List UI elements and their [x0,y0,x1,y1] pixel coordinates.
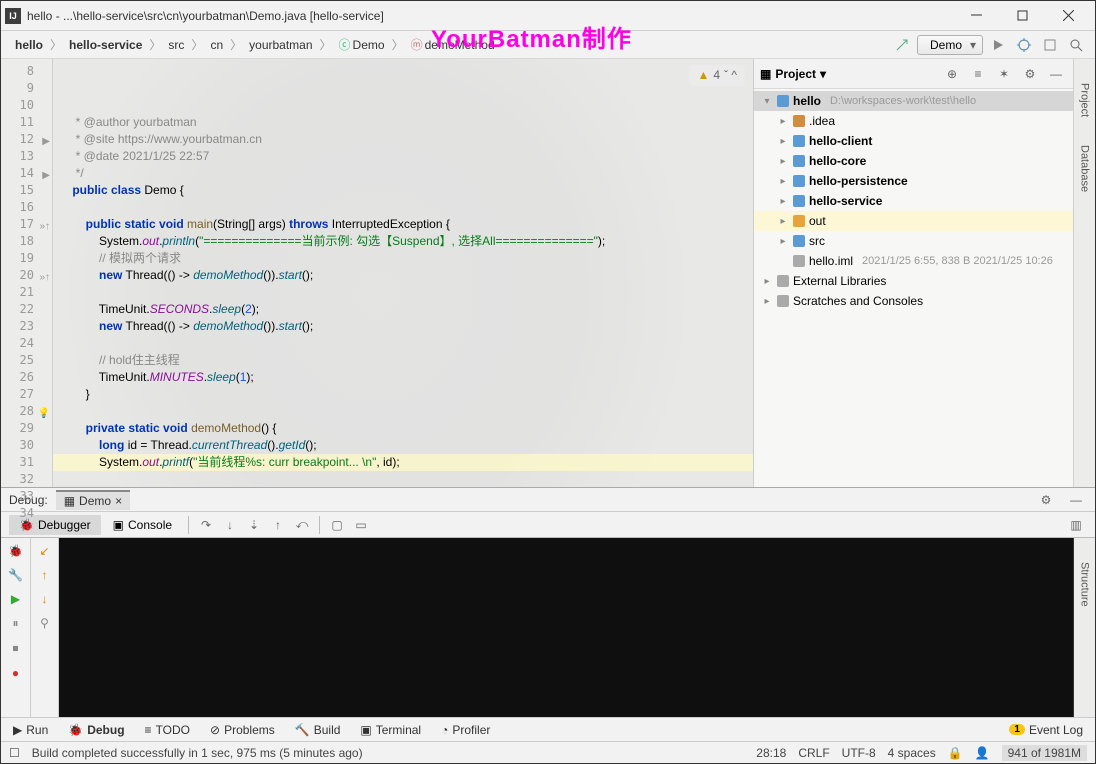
tree-item[interactable]: ▸hello-persistence [754,171,1073,191]
up-frame-icon[interactable]: ↑ [42,568,48,582]
project-tool-window: ▦ Project ▾ ⊕ ≡ ✶ ⚙ — ▾helloD:\workspace… [753,59,1073,487]
debug-settings-icon[interactable]: ⚙ [1035,489,1057,511]
file-encoding[interactable]: UTF-8 [842,746,876,760]
modify-icon[interactable]: 🔧 [8,568,23,582]
search-button[interactable] [1065,34,1087,56]
tool-debug[interactable]: 🐞 Debug [64,721,128,739]
readonly-icon[interactable]: 🔒 [948,746,963,760]
step-out-icon[interactable]: ↑ [267,514,289,536]
rail-project[interactable]: Project [1077,79,1093,121]
tree-item[interactable]: ▸hello-service [754,191,1073,211]
collapse-icon[interactable]: ✶ [993,63,1015,85]
rerun-icon[interactable]: 🐞 [8,544,23,558]
navigation-bar: hello〉 hello-service〉 src〉 cn〉 yourbatma… [1,31,1095,59]
tree-item[interactable]: ▸External Libraries [754,271,1073,291]
status-message: Build completed successfully in 1 sec, 9… [32,746,363,760]
resume-icon[interactable]: ▶ [11,592,20,606]
tree-item[interactable]: ▸out [754,211,1073,231]
tool-todo[interactable]: ≡ TODO [141,721,194,739]
crumb-project[interactable]: hello [9,36,49,54]
debug-frames-toolbar: ↙ ↑ ↓ ⚲ [31,538,59,717]
locate-icon[interactable]: ⊕ [941,63,963,85]
bottom-tool-strip: ▶ Run 🐞 Debug ≡ TODO ⊘ Problems 🔨 Build … [1,717,1095,741]
run-to-cursor-icon[interactable]: ▢ [326,514,348,536]
run-config-combo[interactable]: Demo [917,35,983,55]
tree-item[interactable]: ▸hello-core [754,151,1073,171]
down-frame-icon[interactable]: ↓ [42,592,48,606]
tool-event-log[interactable]: 1 Event Log [1005,721,1087,739]
step-over-icon[interactable]: ↷ [195,514,217,536]
tree-item[interactable]: ▾helloD:\workspaces-work\test\hello [754,91,1073,111]
tree-item[interactable]: ▸src [754,231,1073,251]
tree-item[interactable]: ▸Scratches and Consoles [754,291,1073,311]
status-bar: ☐ Build completed successfully in 1 sec,… [1,741,1095,763]
caret-position[interactable]: 28:18 [756,746,786,760]
force-step-into-icon[interactable]: ⇣ [243,514,265,536]
project-view-combo[interactable]: ▦ Project ▾ [760,67,826,81]
indent-setting[interactable]: 4 spaces [888,746,936,760]
rail-database[interactable]: Database [1077,141,1093,196]
step-into-icon[interactable]: ↓ [219,514,241,536]
title-bar: IJ hello - ...\hello-service\src\cn\your… [1,1,1095,31]
tool-run[interactable]: ▶ Run [9,721,52,739]
evaluate-icon[interactable]: ▭ [350,514,372,536]
prev-frame-icon[interactable]: ↙ [39,544,49,558]
editor-gutter[interactable]: 89101112▶1314▶151617»↑181920»↑2122232425… [1,59,53,487]
run-button[interactable] [987,34,1009,56]
project-tree[interactable]: ▾helloD:\workspaces-work\test\hello▸.ide… [754,89,1073,487]
minimize-button[interactable] [953,1,999,31]
layout-icon[interactable]: ▥ [1065,514,1087,536]
rail-structure[interactable]: Structure [1077,558,1093,611]
pause-icon[interactable]: ⏸ [12,616,18,631]
crumb-method[interactable]: ⓜ demoMethod [405,34,501,55]
line-separator[interactable]: CRLF [798,746,829,760]
expand-icon[interactable]: ≡ [967,63,989,85]
editor-content[interactable]: ▲4ˇ ^ * @author yourbatman * @site https… [53,59,753,487]
console-tab[interactable]: ▣ Console [103,515,182,535]
debug-button[interactable] [1013,34,1035,56]
hide-icon[interactable]: — [1045,63,1067,85]
debug-hide-icon[interactable]: — [1065,489,1087,511]
tree-item[interactable]: ▸.idea [754,111,1073,131]
memory-indicator[interactable]: 941 of 1981M [1002,745,1087,761]
tree-item[interactable]: ▸hello-client [754,131,1073,151]
coverage-button[interactable] [1039,34,1061,56]
app-logo-icon: IJ [5,8,21,24]
status-icon[interactable]: ☐ [9,746,20,760]
crumb-class[interactable]: ⓒ Demo [333,34,391,55]
crumb-module[interactable]: hello-service [63,36,148,54]
editor[interactable]: 89101112▶1314▶151617»↑181920»↑2122232425… [1,59,753,487]
tool-terminal[interactable]: ▣ Terminal [356,721,425,739]
filter-frame-icon[interactable]: ⚲ [40,616,49,630]
console-output[interactable] [59,538,1073,717]
tool-profiler[interactable]: ◔ Profiler [437,721,494,739]
tree-item[interactable]: hello.iml2021/1/25 6:55, 838 B 2021/1/25… [754,251,1073,271]
inspection-widget[interactable]: ▲4ˇ ^ [689,65,745,86]
stop-icon[interactable]: ⏹ [12,641,18,656]
inspection-icon[interactable]: 👤 [975,746,990,760]
tool-build[interactable]: 🔨 Build [291,721,345,739]
debug-side-toolbar: 🐞 🔧 ▶ ⏸ ⏹ ● [1,538,31,717]
crumb-pkg1[interactable]: cn [204,36,229,54]
debug-right-rail: Structure [1073,538,1095,717]
right-tool-rail: Project Database [1073,59,1095,487]
crumb-src[interactable]: src [162,36,190,54]
maximize-button[interactable] [999,1,1045,31]
debug-tool-window: Debug: ▦ Demo × ⚙ — 🐞 Debugger ▣ Console… [1,487,1095,717]
window-title: hello - ...\hello-service\src\cn\yourbat… [27,9,953,23]
drop-frame-icon[interactable]: ⤺ [291,514,313,536]
crumb-pkg2[interactable]: yourbatman [243,36,318,54]
settings-icon[interactable]: ⚙ [1019,63,1041,85]
tool-problems[interactable]: ⊘ Problems [206,721,279,739]
close-button[interactable] [1045,1,1091,31]
debug-run-tab[interactable]: ▦ Demo × [56,490,130,510]
build-button[interactable] [891,34,913,56]
breakpoints-icon[interactable]: ● [12,666,19,680]
